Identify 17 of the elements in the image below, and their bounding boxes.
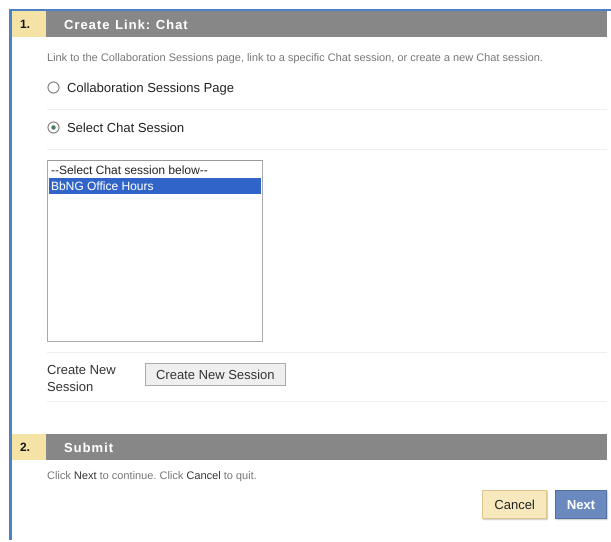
cancel-button[interactable]: Cancel xyxy=(482,490,547,519)
list-option[interactable]: BbNG Office Hours xyxy=(49,178,261,194)
list-option[interactable]: --Select Chat session below-- xyxy=(49,162,261,178)
radio-option[interactable]: Collaboration Sessions Page xyxy=(47,80,234,95)
step-number: 1. xyxy=(12,11,46,37)
create-new-label: Create New Session xyxy=(47,361,117,395)
radio-button[interactable] xyxy=(47,81,60,94)
step-number: 2. xyxy=(12,434,46,460)
create-session-button[interactable]: Create New Session xyxy=(145,363,286,386)
section-title: Submit xyxy=(46,434,607,460)
radio-option[interactable]: Select Chat Session xyxy=(47,120,184,135)
session-listbox[interactable]: --Select Chat session below-- BbNG Office Hours xyxy=(47,160,263,342)
next-button[interactable]: Next xyxy=(554,490,607,519)
radio-button[interactable] xyxy=(47,121,60,134)
instruction-text: Click Next to continue. Click Cancel to quit. xyxy=(47,470,258,482)
section-title: Create Link: Chat xyxy=(46,11,607,37)
description-text: Link to the Collaboration Sessions page, link to a specific Chat session, or create a new Chat session. xyxy=(47,51,544,66)
